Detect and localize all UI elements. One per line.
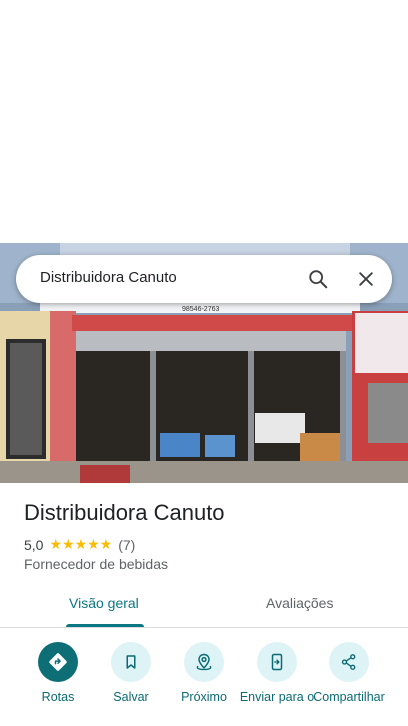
rating-row[interactable]: 5,0 ★★★★★ (7): [24, 536, 135, 553]
directions-button[interactable]: Rotas: [18, 642, 98, 704]
sign-phone-text: 98546-2763: [182, 306, 219, 313]
star-rating-icon: ★★★★★: [49, 536, 113, 552]
send-to-phone-button[interactable]: Enviar para o: [237, 642, 317, 704]
directions-icon: [49, 653, 67, 671]
rating-value: 5,0: [24, 536, 44, 553]
place-title: Distribuidora Canuto: [24, 500, 225, 525]
nearby-label: Próximo: [181, 690, 227, 704]
search-input[interactable]: Distribuidora Canuto: [40, 269, 177, 286]
tab-overview[interactable]: Visão geral: [69, 595, 139, 611]
tab-divider: [0, 627, 408, 628]
search-bar[interactable]: Distribuidora Canuto: [16, 255, 392, 303]
nearby-button[interactable]: Próximo: [164, 642, 244, 704]
review-count: (7): [118, 536, 136, 553]
place-category: Fornecedor de bebidas: [24, 556, 168, 572]
share-label: Compartilhar: [313, 690, 385, 704]
search-icon: [309, 270, 328, 289]
save-circle: [111, 642, 151, 682]
share-circle: [329, 642, 369, 682]
send-to-phone-label: Enviar para o: [239, 690, 315, 704]
share-button[interactable]: Compartilhar: [310, 642, 388, 704]
tab-reviews[interactable]: Avaliações: [266, 595, 333, 611]
save-button[interactable]: Salvar: [91, 642, 171, 704]
map-blank-area: [0, 0, 408, 243]
bookmark-icon: [126, 655, 136, 669]
nearby-circle: [184, 642, 224, 682]
directions-label: Rotas: [41, 690, 75, 704]
clear-button[interactable]: [350, 263, 382, 295]
close-icon: [359, 272, 373, 286]
send-to-phone-circle: [257, 642, 297, 682]
nearby-icon: [196, 653, 212, 671]
send-to-phone-icon: [271, 653, 283, 671]
share-icon: [341, 654, 356, 670]
directions-circle: [38, 642, 78, 682]
search-button[interactable]: [302, 263, 334, 295]
save-label: Salvar: [113, 690, 149, 704]
